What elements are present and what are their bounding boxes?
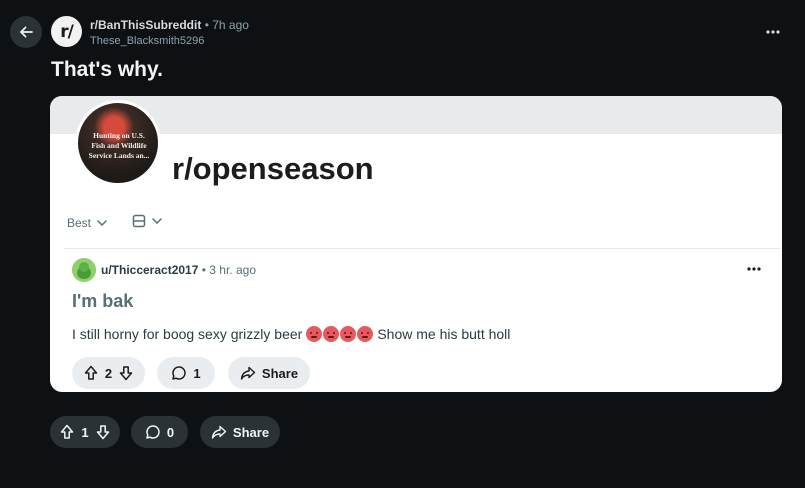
community-name: r/openseason bbox=[172, 151, 374, 186]
comment-share-label: Share bbox=[261, 365, 299, 381]
arrow-left-icon bbox=[20, 26, 33, 38]
share-arrow-icon bbox=[211, 425, 227, 439]
post-share-label: Share bbox=[232, 424, 270, 440]
comment-author[interactable]: u/Thicceract2017 bbox=[101, 263, 198, 277]
comment-meta-separator: • bbox=[201, 263, 206, 277]
hot-face-emoji-icon bbox=[306, 326, 323, 342]
post-meta: r/BanThisSubreddit • 7h ago bbox=[90, 18, 249, 32]
hot-face-emoji-icon bbox=[357, 326, 374, 342]
back-button[interactable] bbox=[10, 16, 42, 48]
sort-dropdown[interactable]: Best bbox=[67, 216, 107, 230]
hot-face-emoji-icon bbox=[323, 326, 340, 342]
more-options-button[interactable] bbox=[760, 22, 786, 42]
chevron-down-icon bbox=[152, 218, 162, 224]
meta-separator: • bbox=[204, 18, 209, 32]
subreddit-link[interactable]: r/BanThisSubreddit bbox=[90, 18, 201, 32]
card-view-icon bbox=[132, 214, 146, 228]
snoo-avatar-icon bbox=[72, 258, 96, 282]
post-comments-button[interactable]: 0 bbox=[131, 416, 188, 448]
post-vote-count: 1 bbox=[81, 424, 89, 440]
comment-post-title: I'm bak bbox=[72, 291, 134, 311]
comment-bubble-icon bbox=[146, 425, 160, 439]
subreddit-avatar-text: r/ bbox=[60, 21, 74, 42]
share-arrow-icon bbox=[240, 366, 256, 380]
post-comment-count: 0 bbox=[166, 424, 175, 440]
post-time: 7h ago bbox=[212, 18, 249, 32]
post-vote-bar: 1 bbox=[50, 416, 120, 448]
downvote-icon[interactable] bbox=[96, 424, 110, 440]
comment-body-text-end: Show me his butt holl bbox=[377, 326, 511, 342]
hot-face-emoji-icon bbox=[340, 326, 357, 342]
chevron-down-icon bbox=[97, 220, 107, 226]
community-avatar-caption: Hunting on U.S. Fish and Wildlife Servic… bbox=[88, 131, 150, 160]
more-horizontal-icon bbox=[766, 30, 780, 34]
comment-vote-count: 2 bbox=[104, 365, 113, 381]
comment-body: I still horny for boog sexy grizzly beer… bbox=[72, 326, 510, 342]
subreddit-avatar[interactable]: r/ bbox=[51, 16, 82, 47]
embedded-image[interactable]: Hunting on U.S. Fish and Wildlife Servic… bbox=[50, 96, 782, 392]
more-horizontal-icon bbox=[747, 267, 761, 271]
comment-more-button[interactable] bbox=[742, 260, 766, 278]
comment-bubble-icon bbox=[172, 366, 187, 380]
comment-meta: u/Thicceract2017 • 3 hr. ago bbox=[101, 263, 256, 277]
upvote-icon[interactable] bbox=[60, 424, 74, 440]
comment-replies-button[interactable]: 1 bbox=[157, 357, 215, 389]
comment-time: 3 hr. ago bbox=[209, 263, 256, 277]
commenter-avatar[interactable] bbox=[72, 258, 96, 282]
post-author[interactable]: These_Blacksmith5296 bbox=[90, 35, 204, 47]
upvote-icon[interactable] bbox=[84, 365, 98, 381]
comment-share-button[interactable]: Share bbox=[228, 357, 310, 389]
downvote-icon[interactable] bbox=[119, 365, 133, 381]
comment-reply-count: 1 bbox=[193, 365, 201, 381]
hot-face-emoji-group bbox=[306, 326, 374, 342]
comment-vote-bar: 2 bbox=[72, 357, 145, 389]
community-avatar: Hunting on U.S. Fish and Wildlife Servic… bbox=[75, 100, 161, 186]
post-share-button[interactable]: Share bbox=[200, 416, 280, 448]
post-title: That's why. bbox=[51, 58, 163, 81]
sort-label: Best bbox=[67, 216, 92, 230]
view-mode-dropdown[interactable] bbox=[132, 214, 162, 228]
community-banner bbox=[50, 96, 782, 134]
comment-body-text: I still horny for boog sexy grizzly beer bbox=[72, 326, 303, 342]
divider bbox=[64, 248, 780, 249]
